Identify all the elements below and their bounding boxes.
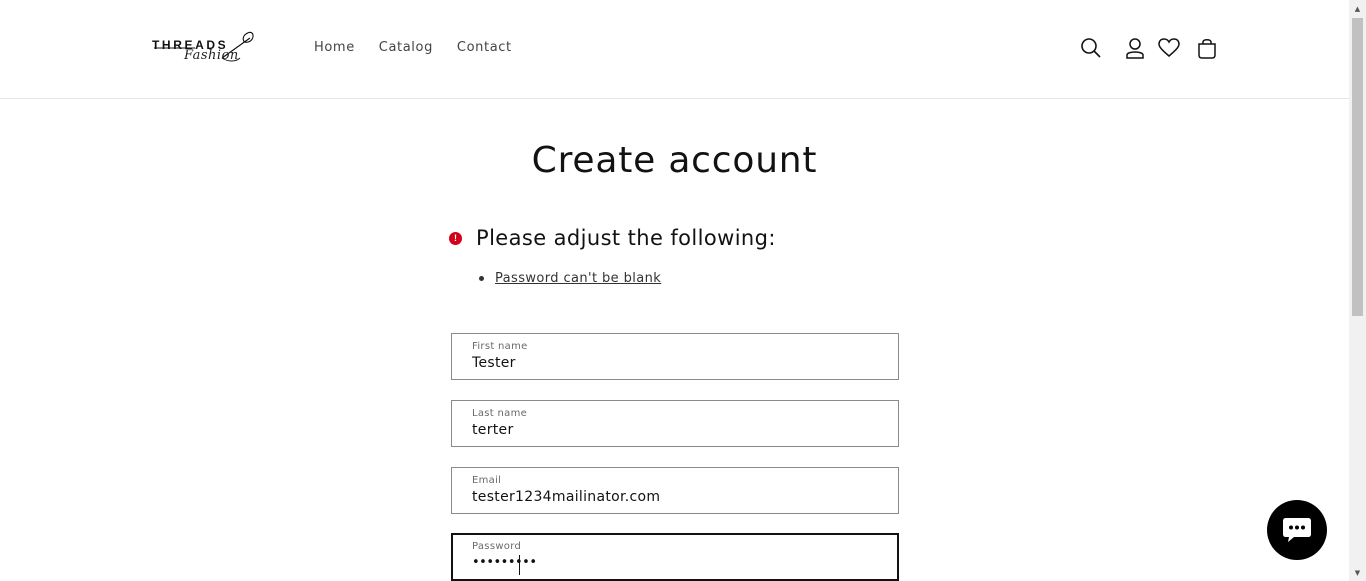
scroll-down-arrow-icon[interactable]: ▼ (1349, 564, 1366, 581)
nav-contact[interactable]: Contact (457, 40, 512, 55)
last-name-input[interactable] (472, 422, 872, 438)
text-caret (519, 555, 520, 575)
main-nav: Home Catalog Contact (314, 40, 536, 55)
error-list: Password can't be blank (479, 271, 661, 286)
email-input[interactable] (472, 489, 872, 505)
bullet (479, 276, 484, 281)
logo-script: Fashion (184, 48, 239, 63)
error-icon: ! (449, 231, 462, 245)
email-field[interactable]: Email (451, 467, 899, 514)
first-name-field[interactable]: First name (451, 333, 899, 380)
nav-catalog[interactable]: Catalog (379, 40, 433, 55)
password-field[interactable]: Password ••••••••• (451, 533, 899, 581)
wishlist-heart-icon (1158, 38, 1180, 57)
account-button[interactable] (1121, 34, 1149, 62)
scroll-up-arrow-icon[interactable]: ▲ (1349, 0, 1366, 17)
chat-button[interactable] (1267, 500, 1327, 560)
list-item: Password can't be blank (479, 271, 661, 286)
first-name-label: First name (472, 341, 528, 352)
error-summary: ! Please adjust the following: (449, 226, 776, 250)
threads-fashion-logo[interactable]: THREADS Fashion (150, 28, 258, 70)
nav-home[interactable]: Home (314, 40, 355, 55)
page-title: Create account (531, 140, 818, 181)
chat-bubble-icon (1283, 518, 1311, 542)
last-name-label: Last name (472, 408, 528, 419)
first-name-input[interactable] (472, 355, 872, 371)
password-input[interactable]: ••••••••• (472, 555, 537, 570)
account-icon (1126, 38, 1144, 59)
password-label: Password (472, 541, 522, 552)
wishlist-button[interactable] (1155, 34, 1183, 62)
page-scrollbar[interactable]: ▲ ▼ (1349, 0, 1366, 581)
error-heading: Please adjust the following: (476, 226, 776, 250)
cart-button[interactable] (1193, 34, 1221, 62)
email-label: Email (472, 475, 502, 486)
last-name-field[interactable]: Last name (451, 400, 899, 447)
site-header: THREADS Fashion Home Catalog Contact (0, 0, 1349, 99)
search-button[interactable] (1077, 34, 1105, 62)
search-icon (1081, 38, 1101, 58)
cart-icon (1198, 39, 1216, 59)
error-link-password[interactable]: Password can't be blank (495, 271, 661, 286)
scroll-thumb[interactable] (1352, 18, 1363, 316)
